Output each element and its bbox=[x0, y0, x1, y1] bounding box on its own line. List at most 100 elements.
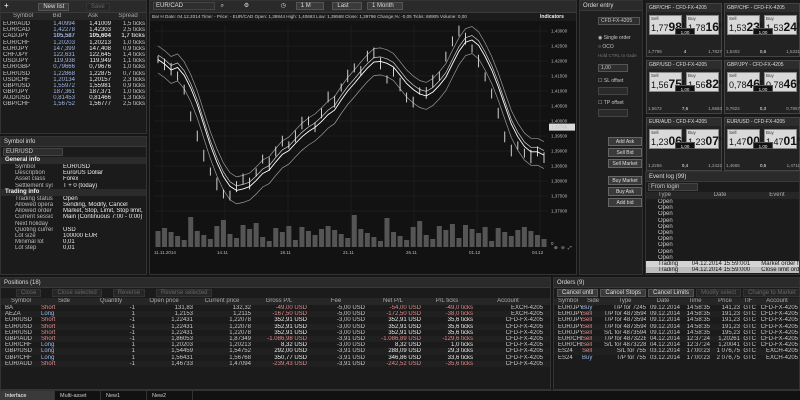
tile-quantity[interactable]: 1,00 bbox=[675, 85, 695, 92]
tile-low: 1,2256 bbox=[648, 163, 662, 168]
order-button-buy-market[interactable]: Buy Market bbox=[608, 176, 642, 185]
tile-quantity[interactable]: 1,00 bbox=[753, 142, 773, 149]
zoom-out-icon[interactable]: ⊖ bbox=[561, 245, 565, 250]
col-bid[interactable]: Bid bbox=[39, 13, 75, 20]
clock-icon[interactable]: ◷ bbox=[281, 3, 286, 9]
orders-action-button[interactable]: Cancel until bbox=[557, 289, 599, 297]
tile-footer: 1,5672 7,6 1,5683 bbox=[648, 105, 722, 113]
range-select[interactable]: 1 Month bbox=[367, 2, 404, 10]
col-header[interactable]: Symbol bbox=[1, 298, 41, 305]
order-button-add-bid[interactable]: Add bid bbox=[608, 198, 642, 207]
table-cell: EXCH-4205 bbox=[765, 354, 798, 361]
volume-bar bbox=[214, 226, 220, 247]
volume-bar bbox=[319, 229, 325, 247]
list-item[interactable]: Trading 04.12.2014 15:59:000 Close limit o… bbox=[646, 267, 799, 274]
col-ask[interactable]: Ask bbox=[75, 13, 111, 20]
col-header[interactable]: P/L ticks bbox=[421, 298, 473, 305]
volume-bar bbox=[188, 217, 194, 247]
ctrl-hint: Hold CTRL to trade bbox=[598, 53, 637, 58]
tile-quantity[interactable]: 1,00 bbox=[753, 85, 773, 92]
tile-low: 1,7798 bbox=[648, 49, 662, 54]
tab-new1[interactable]: New1 bbox=[101, 391, 147, 400]
event-log-filter[interactable]: From login bbox=[648, 183, 698, 191]
volume-bar bbox=[449, 224, 455, 247]
col-header[interactable]: Account bbox=[756, 298, 798, 305]
tp-offset-checkbox[interactable]: ☐ TP offset bbox=[598, 100, 642, 106]
sl-offset-input[interactable] bbox=[598, 87, 628, 95]
add-icon[interactable]: + bbox=[4, 1, 9, 10]
price-pip: 0 bbox=[796, 137, 800, 143]
trading-info-header[interactable]: Trading info bbox=[1, 188, 146, 196]
col-type[interactable]: Type bbox=[646, 192, 690, 199]
volume-bar bbox=[253, 223, 259, 247]
col-header[interactable]: Date bbox=[646, 298, 680, 305]
col-header[interactable]: Open price bbox=[135, 298, 193, 305]
positions-action-button[interactable]: Reverse bbox=[112, 289, 146, 297]
general-info-header[interactable]: General info bbox=[1, 157, 146, 164]
col-header[interactable]: Gross P/L bbox=[251, 298, 307, 305]
tile-quantity[interactable]: 1,00 bbox=[753, 28, 773, 35]
price-prefix: 0,78 bbox=[729, 80, 747, 90]
new-list-button[interactable]: New list bbox=[38, 3, 70, 11]
gear-icon[interactable]: ⚙ bbox=[244, 3, 249, 9]
fit-icon[interactable]: ⤢ bbox=[568, 245, 572, 250]
chart-symbol-input[interactable]: EUR/CAD bbox=[153, 2, 215, 10]
positions-action-button[interactable]: Reverse selected bbox=[156, 289, 213, 297]
table-row[interactable]: ES24 Buy T/P for 755 03.12.2014 17:00:23 2 07… bbox=[554, 355, 799, 361]
orders-action-button[interactable]: Cancel Stops bbox=[600, 289, 647, 297]
col-header[interactable]: Price bbox=[710, 298, 740, 305]
single-order-radio[interactable]: ◉ Single order bbox=[598, 35, 642, 41]
last-select[interactable]: Last bbox=[332, 2, 363, 10]
save-button[interactable]: Save bbox=[86, 3, 110, 11]
price-pip: 8 bbox=[718, 80, 722, 86]
tp-offset-input[interactable] bbox=[598, 109, 628, 117]
tab-multi-asset[interactable]: Multi-asset bbox=[55, 391, 101, 400]
col-header[interactable]: Account bbox=[473, 298, 543, 305]
oco-radio[interactable]: ○ OCO bbox=[598, 44, 642, 50]
sl-offset-checkbox[interactable]: ☐ SL offset bbox=[598, 78, 642, 84]
col-event[interactable]: Event bbox=[759, 192, 799, 199]
order-button-sell-bid[interactable]: Sell Bid bbox=[608, 148, 642, 157]
col-header[interactable]: Time bbox=[680, 298, 710, 305]
price-chart[interactable]: 1,43000 1,42500 1,42000 1,41500 1,41000 1,405… bbox=[150, 21, 577, 275]
orders-action-button[interactable]: Modify select bbox=[696, 289, 742, 297]
table-cell: 1,47094 bbox=[229, 360, 251, 367]
tile-quantity[interactable]: 1,00 bbox=[675, 142, 695, 149]
col-spread[interactable]: Spread bbox=[111, 13, 145, 20]
x-tick-label: 21.11 bbox=[343, 250, 354, 255]
col-header[interactable]: TIF bbox=[740, 298, 756, 305]
table-row[interactable]: EUR/AUD Short -1 1,46733 1,47094 -239,43 USD -… bbox=[1, 360, 550, 367]
quantity-stepper[interactable]: 1,00 bbox=[598, 64, 628, 72]
positions-action-button[interactable]: Close selected bbox=[52, 289, 102, 297]
x-tick-label: 26.11 bbox=[406, 250, 417, 255]
orders-action-button[interactable]: Change to Market bbox=[743, 289, 799, 297]
account-select[interactable]: CFD-FX-4205 bbox=[598, 17, 640, 25]
col-header[interactable]: Type bbox=[604, 298, 646, 305]
col-header[interactable]: Symbol bbox=[554, 298, 582, 305]
tab-new2[interactable]: New2 bbox=[147, 391, 193, 400]
order-button-sell-market[interactable]: Sell Market bbox=[608, 159, 642, 168]
col-date[interactable]: Date bbox=[690, 192, 760, 199]
col-header[interactable]: Quantity bbox=[87, 298, 135, 305]
y-tick-label: 1,42500 bbox=[551, 44, 568, 49]
search-icon[interactable]: ⌕ bbox=[221, 3, 224, 9]
order-button-buy-ask[interactable]: Buy Ask bbox=[608, 187, 642, 196]
table-row[interactable]: GBP/CHF 1,56752 1,56777 2,5 ticks bbox=[1, 101, 146, 107]
orders-action-button[interactable]: Cancel Limits bbox=[648, 289, 695, 297]
tab-interface[interactable]: Interface bbox=[0, 391, 55, 400]
y-tick-label: 1,40500 bbox=[551, 104, 568, 109]
volume-bar bbox=[351, 215, 357, 247]
indicators-button[interactable]: Indicators bbox=[540, 14, 564, 20]
col-header[interactable]: Side bbox=[41, 298, 87, 305]
timeframe-select[interactable]: 1 M bbox=[295, 2, 324, 10]
zoom-in-icon[interactable]: ⊕ bbox=[554, 245, 558, 250]
positions-action-button[interactable]: Close bbox=[16, 289, 42, 297]
col-header[interactable]: Fee bbox=[307, 298, 365, 305]
tile-quantity[interactable]: 1,00 bbox=[675, 28, 695, 35]
col-header[interactable]: Net P/L bbox=[365, 298, 421, 305]
col-header[interactable]: Current price bbox=[193, 298, 251, 305]
col-symbol[interactable]: Symbol bbox=[1, 13, 39, 20]
symbol-info-input[interactable]: EUR/USD bbox=[3, 148, 63, 156]
col-header[interactable]: Side bbox=[582, 298, 604, 305]
order-button-add-ask[interactable]: Add Ask bbox=[608, 137, 642, 146]
